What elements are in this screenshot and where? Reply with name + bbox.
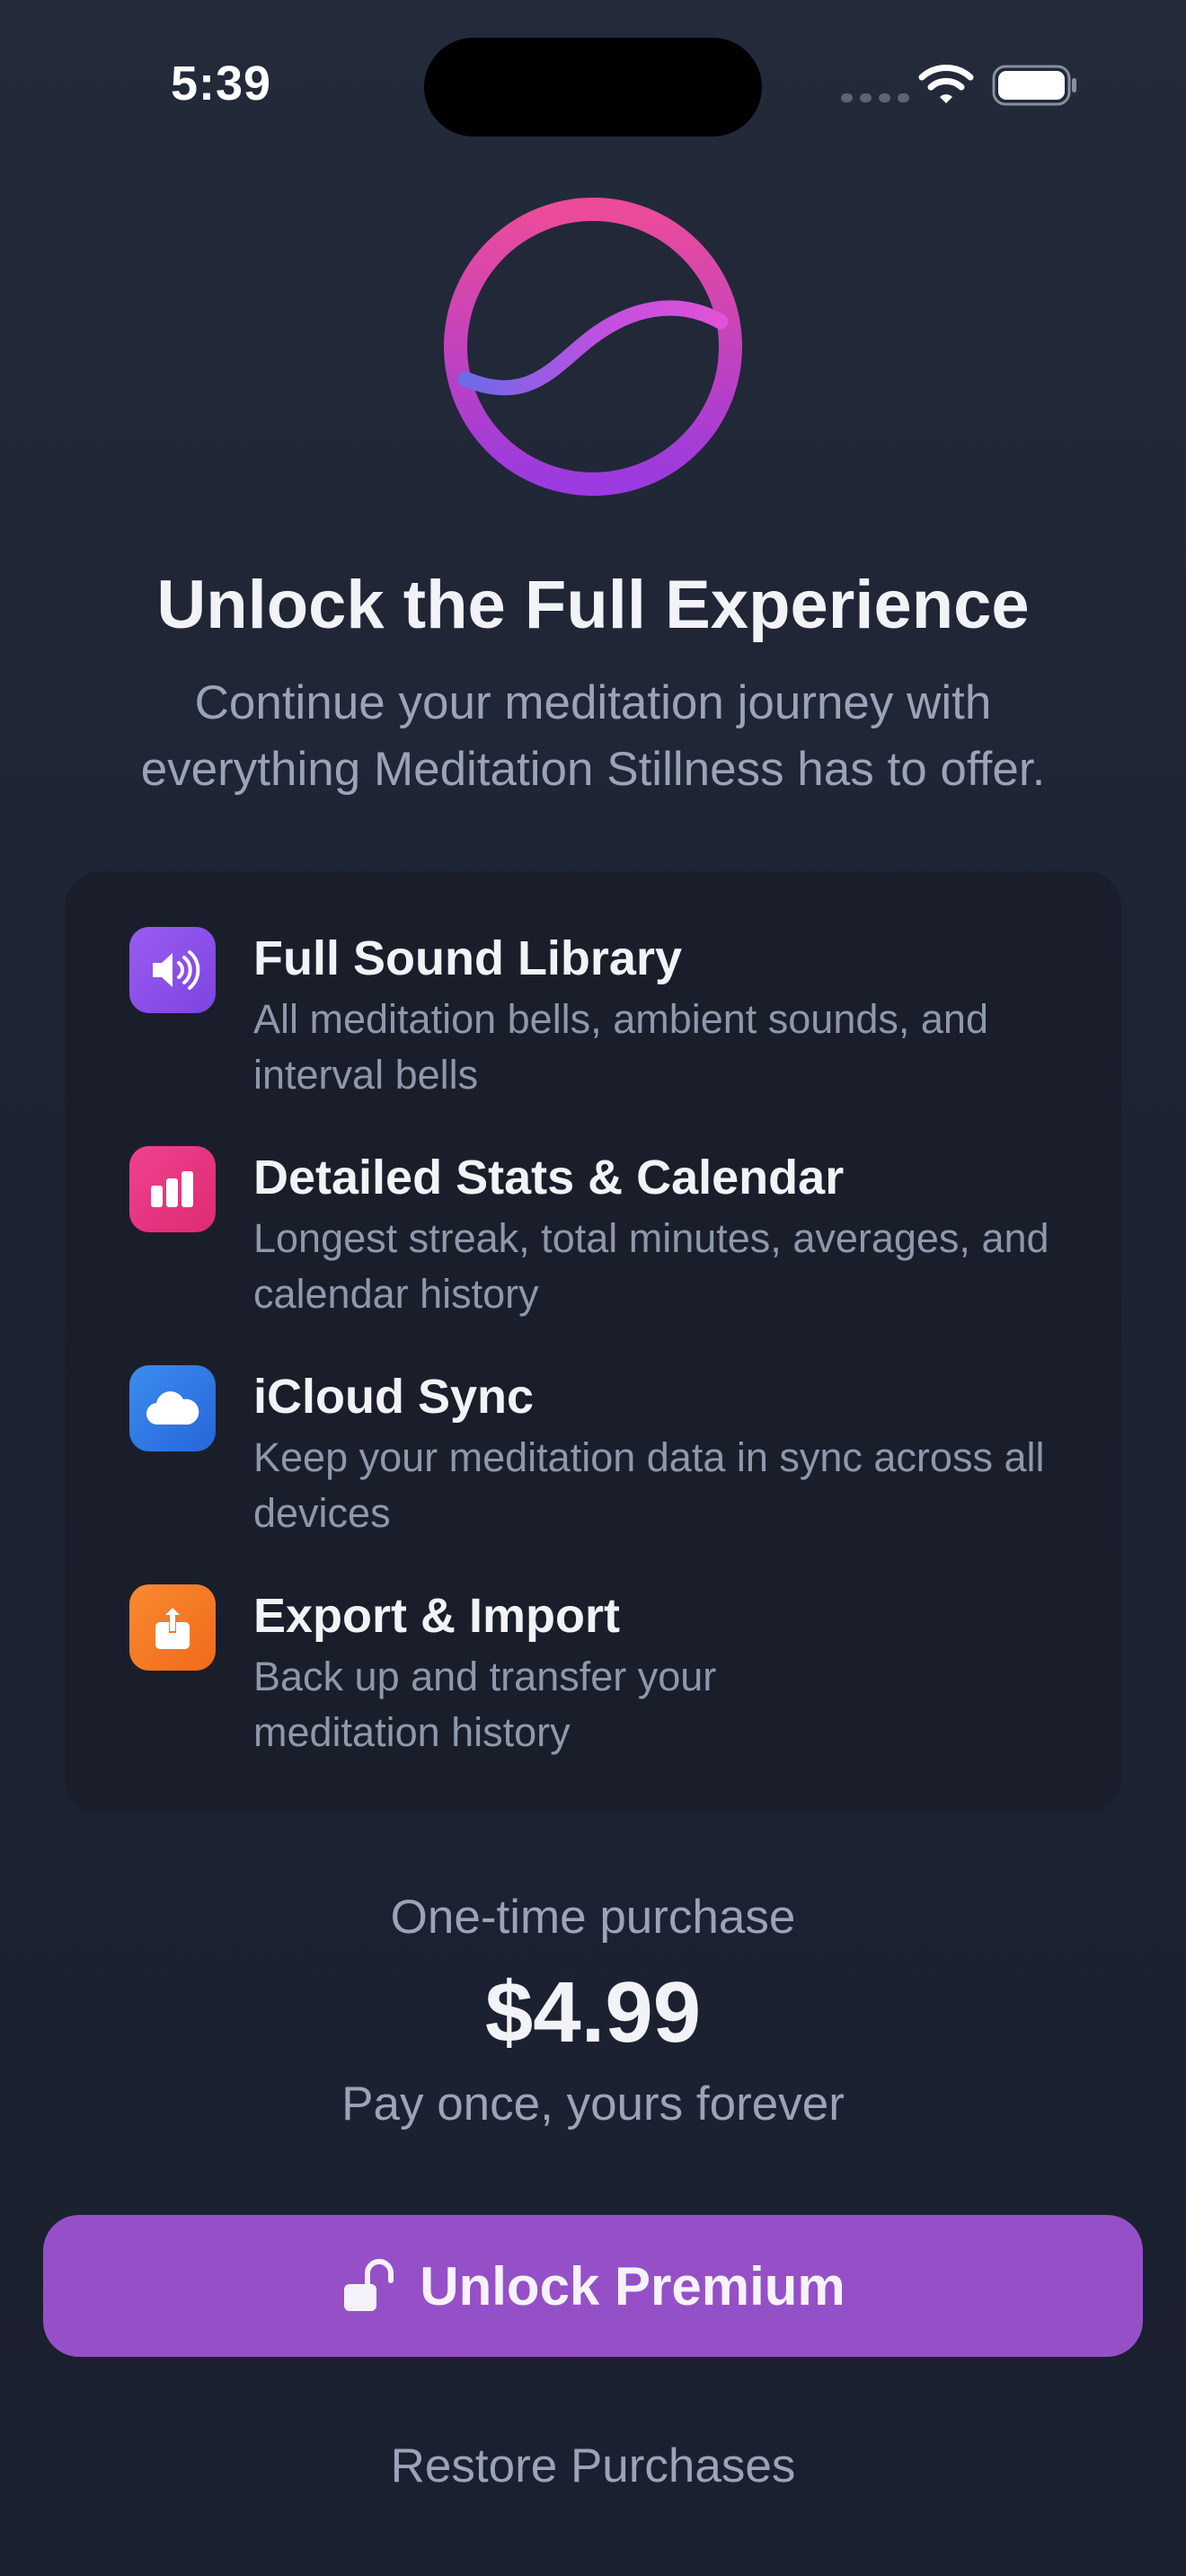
unlock-premium-button[interactable]: Unlock Premium [43,2215,1143,2357]
page-subtitle: Continue your meditation journey with ev… [140,676,1046,796]
bar-chart-icon [129,1146,216,1232]
price-value: $4.99 [484,1964,702,2060]
share-icon [129,1584,216,1671]
speaker-wave-icon [129,927,216,1013]
unlock-premium-label: Unlock Premium [420,2255,845,2316]
feature-title: Export & Import [253,1589,621,1643]
feature-title: Detailed Stats & Calendar [253,1151,845,1204]
price-caption: One-time purchase [390,1891,796,1944]
feature-title: iCloud Sync [253,1370,535,1424]
price-note: Pay once, yours forever [341,2078,845,2130]
app-logo-icon [444,198,742,496]
dynamic-island [424,38,762,137]
feature-title: Full Sound Library [253,931,683,985]
wifi-icon [918,65,974,103]
cloud-icon [129,1365,216,1451]
page-title: Unlock the Full Experience [156,567,1030,643]
feature-description: Longest streak, total minutes, averages,… [253,1215,1049,1317]
feature-description: All meditation bells, ambient sounds, an… [253,996,988,1098]
battery-icon [992,65,1076,106]
feature-description: Keep your meditation data in sync across… [253,1434,1045,1536]
cellular-signal-icon [841,93,909,102]
status-time: 5:39 [171,57,272,110]
lock-open-icon [344,2259,394,2311]
feature-description: Back up and transfer your meditation his… [253,1654,717,1755]
restore-purchases-button[interactable]: Restore Purchases [323,2425,863,2506]
